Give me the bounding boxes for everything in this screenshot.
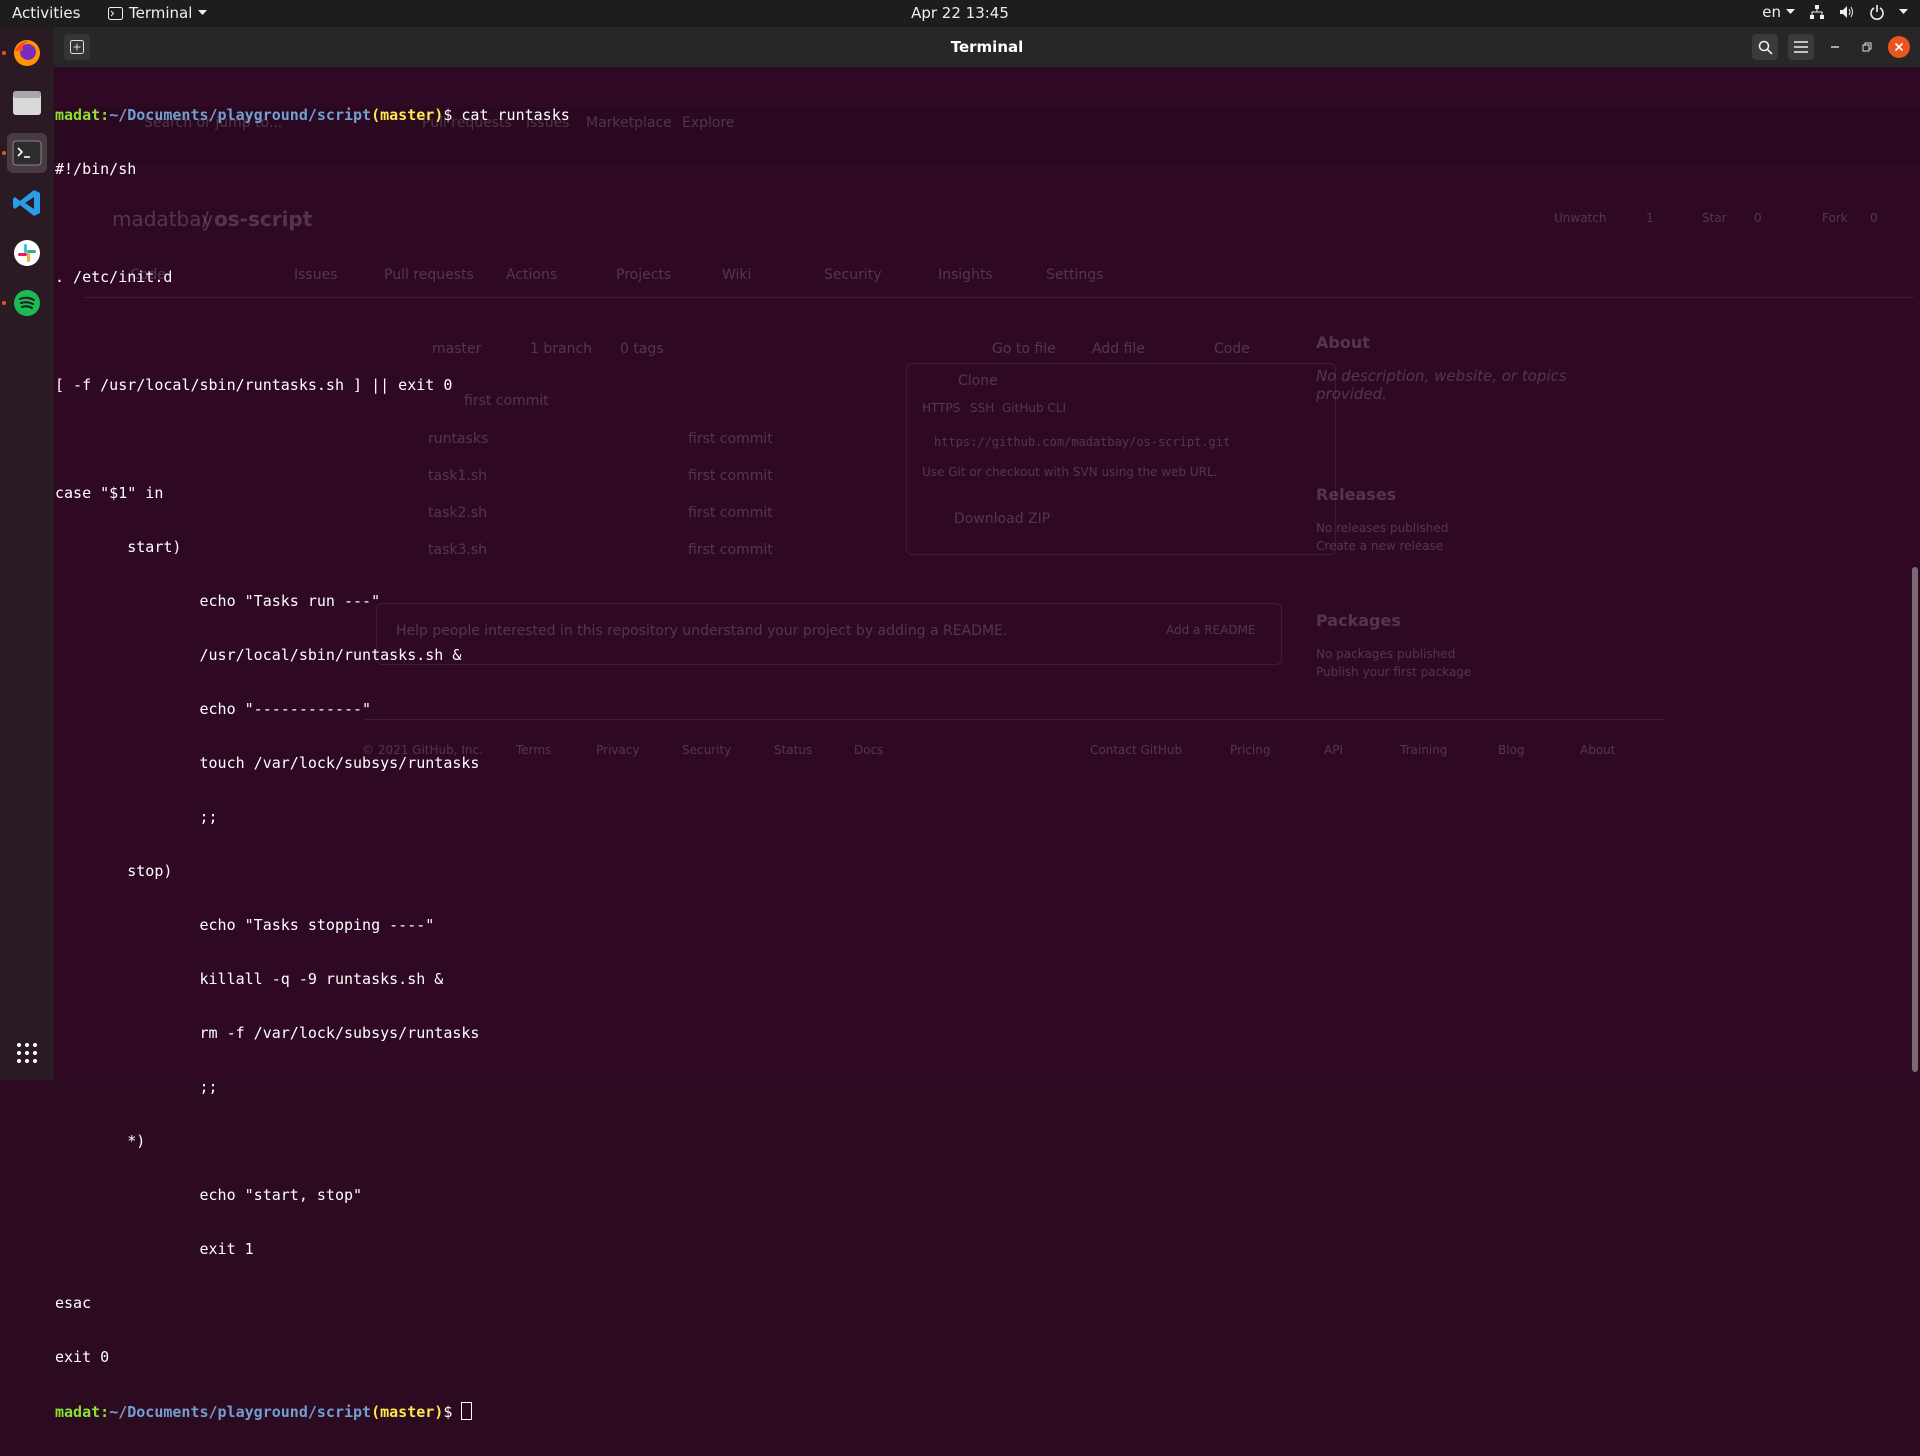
terminal-scrollbar[interactable] — [1912, 567, 1918, 1072]
hamburger-menu-icon — [1794, 41, 1808, 53]
about-text: No description, website, or topics provi… — [1316, 367, 1567, 403]
minimize-icon — [1831, 46, 1839, 48]
prompt-user: madat — [55, 106, 101, 124]
output-line: . /etc/init.d — [55, 268, 173, 286]
unwatch-button: Unwatch — [1554, 211, 1607, 225]
prompt-line[interactable]: madat:~/Documents/playground/script(mast… — [54, 1402, 1254, 1421]
unwatch-count: 1 — [1646, 211, 1654, 225]
prompt-path: ~/Documents/playground/script — [109, 106, 372, 124]
text-cursor[interactable] — [461, 1402, 473, 1420]
volume-icon[interactable] — [1839, 4, 1855, 20]
prompt-branch: (master) — [371, 106, 444, 124]
restore-icon — [1862, 42, 1872, 52]
running-indicator — [2, 51, 6, 55]
releases-title: Releases — [1316, 485, 1397, 504]
prompt-branch: (master) — [371, 1403, 444, 1421]
top-bar: Activities Terminal Apr 22 13:45 en — [0, 0, 1920, 27]
spotify-icon — [14, 290, 40, 316]
output-line: killall -q -9 runtasks.sh & — [55, 970, 444, 988]
terminal-icon — [12, 140, 42, 166]
output-line: echo "Tasks run ---" — [55, 592, 381, 610]
minimize-button[interactable] — [1824, 36, 1846, 58]
output-line: esac — [55, 1294, 92, 1312]
power-icon[interactable] — [1869, 4, 1885, 20]
search-button[interactable] — [1752, 34, 1778, 60]
slack-icon — [14, 240, 40, 266]
about-title: About — [1316, 333, 1370, 352]
output-line: #!/bin/sh — [55, 160, 137, 178]
menu-button[interactable] — [1788, 34, 1814, 60]
terminal-output[interactable]: madat:~/Documents/playground/script(mast… — [54, 70, 1254, 1456]
dock-files[interactable] — [7, 83, 47, 123]
prompt-path: ~/Documents/playground/script — [109, 1403, 372, 1421]
network-icon[interactable] — [1809, 4, 1825, 20]
language-label: en — [1762, 3, 1781, 21]
firefox-icon — [14, 40, 40, 66]
dock-slack[interactable] — [7, 233, 47, 273]
chevron-down-icon[interactable] — [1899, 9, 1908, 15]
output-line: echo "start, stop" — [55, 1186, 363, 1204]
fork-button: Fork — [1822, 211, 1848, 225]
command-text: cat runtasks — [461, 106, 570, 124]
output-line: /usr/local/sbin/runtasks.sh & — [55, 646, 462, 664]
output-line: *) — [55, 1132, 146, 1150]
terminal-titlebar[interactable]: Terminal — [54, 27, 1920, 67]
system-tray[interactable]: en — [1762, 3, 1908, 21]
running-indicator — [2, 151, 6, 155]
star-count: 0 — [1754, 211, 1762, 225]
fork-count: 0 — [1870, 211, 1878, 225]
files-icon — [13, 91, 41, 115]
prompt-user: madat — [55, 1403, 101, 1421]
footer-api: API — [1324, 743, 1343, 757]
dock-terminal[interactable] — [7, 133, 47, 173]
running-indicator — [2, 301, 6, 305]
output-line: start) — [55, 538, 182, 556]
output-line: exit 1 — [55, 1240, 254, 1258]
prompt-symbol: $ — [443, 106, 462, 124]
terminal-window[interactable]: Search or jump to... Pull requests Issue… — [54, 27, 1920, 1421]
output-line: ;; — [55, 808, 218, 826]
input-language[interactable]: en — [1762, 3, 1795, 21]
search-icon — [1758, 40, 1773, 55]
output-line: echo "Tasks stopping ----" — [55, 916, 435, 934]
star-button: Star — [1702, 211, 1727, 225]
prompt-line: madat:~/Documents/playground/script(mast… — [54, 106, 1254, 124]
prompt-symbol: $ — [443, 1403, 462, 1421]
close-button[interactable] — [1888, 36, 1910, 58]
output-line: exit 0 — [55, 1348, 110, 1366]
output-line: [ -f /usr/local/sbin/runtasks.sh ] || ex… — [55, 376, 453, 394]
dock — [0, 27, 54, 1080]
dock-firefox[interactable] — [7, 33, 47, 73]
footer-training: Training — [1400, 743, 1448, 757]
releases-text: No releases published — [1316, 521, 1449, 535]
footer-about: About — [1580, 743, 1616, 757]
packages-title: Packages — [1316, 611, 1401, 630]
output-line: case "$1" in — [55, 484, 164, 502]
output-line: echo "------------" — [55, 700, 372, 718]
dock-spotify[interactable] — [7, 283, 47, 323]
output-line: touch /var/lock/subsys/runtasks — [55, 754, 480, 772]
close-icon — [1894, 42, 1904, 52]
show-applications-icon — [17, 1043, 37, 1063]
packages-link: Publish your first package — [1316, 665, 1472, 679]
prompt-colon: : — [100, 1403, 110, 1421]
output-line: stop) — [55, 862, 173, 880]
vscode-icon — [13, 190, 40, 216]
clock[interactable]: Apr 22 13:45 — [0, 4, 1920, 22]
output-line: rm -f /var/lock/subsys/runtasks — [55, 1024, 480, 1042]
dock-vscode[interactable] — [7, 183, 47, 223]
dock-show-applications[interactable] — [7, 1033, 47, 1073]
releases-link: Create a new release — [1316, 539, 1444, 553]
packages-text: No packages published — [1316, 647, 1456, 661]
output-line: ;; — [55, 1078, 218, 1096]
prompt-colon: : — [100, 106, 110, 124]
window-title: Terminal — [950, 38, 1024, 56]
chevron-down-icon — [1786, 9, 1795, 14]
footer-blog: Blog — [1498, 743, 1525, 757]
maximize-button[interactable] — [1856, 36, 1878, 58]
